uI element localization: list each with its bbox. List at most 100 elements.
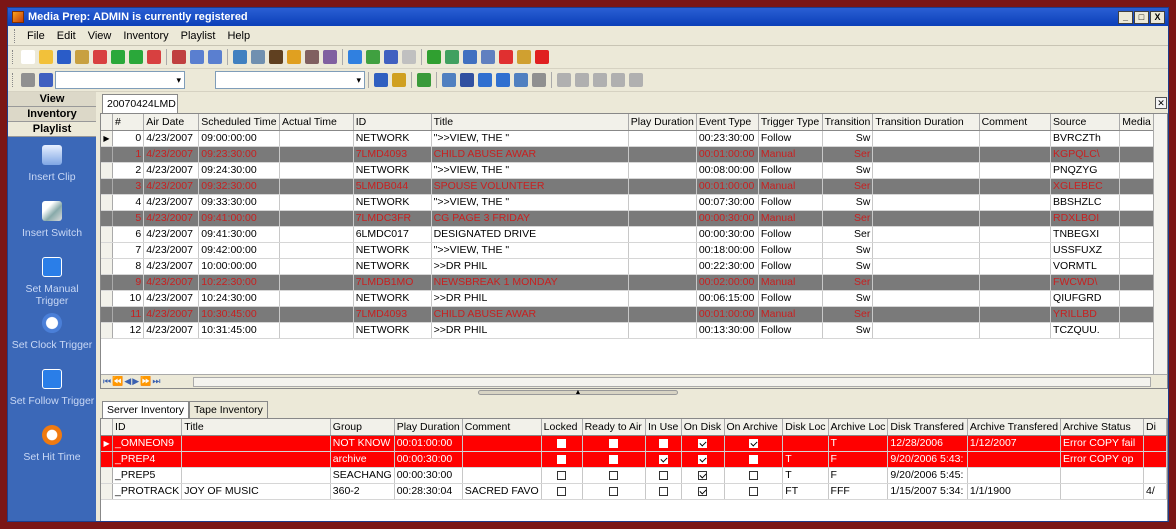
toolbar-icon[interactable] [251,50,265,64]
inventory-column-header[interactable]: Archive Transfered [967,419,1062,436]
ondisk-checkbox[interactable] [698,438,708,448]
title-bar[interactable]: Media Prep: ADMIN is currently registere… [8,8,1168,26]
ready-checkbox[interactable] [609,470,619,480]
toolbar-icon[interactable] [532,73,546,87]
playlist-grid[interactable]: # Air Date Scheduled Time Actual Time ID Titl… [100,113,1168,389]
playlist-column-header[interactable]: Scheduled Time [198,114,280,131]
row-selector[interactable] [101,322,114,339]
playlist-column-header[interactable]: # [112,114,145,131]
sidebar-header-playlist[interactable]: Playlist [8,122,96,137]
row-selector[interactable] [101,258,114,275]
toolbar-icon[interactable] [147,50,161,64]
close-button[interactable]: X [1150,10,1165,24]
playlist-column-header[interactable]: Event Type [696,114,759,131]
inventory-column-header[interactable]: Comment [462,419,542,436]
toolbar-icon[interactable] [460,73,474,87]
row-selector[interactable] [101,226,114,243]
menu-playlist[interactable]: Playlist [175,30,222,42]
inventory-column-header[interactable]: Play Duration [394,419,463,436]
toolbar-icon[interactable] [478,73,492,87]
toolbar-icon[interactable] [57,50,71,64]
menu-file[interactable]: File [21,30,51,42]
inventory-column-header[interactable]: Disk Transfered [887,419,968,436]
row-selector[interactable]: ▶ [101,130,114,147]
filter-combo[interactable]: ▾ [55,71,185,89]
toolbar-icon[interactable] [629,73,643,87]
ready-checkbox[interactable] [609,486,619,496]
inuse-checkbox[interactable] [658,486,668,496]
inventory-row[interactable]: ▶ _OMNEON9 NOT KNOW 00:01:00:00 T 12/28/2006 1… [101,435,1167,452]
inuse-checkbox[interactable] [658,454,668,464]
playlist-column-header[interactable]: Air Date [143,114,200,131]
toolbar-icon[interactable] [190,50,204,64]
onarch-checkbox[interactable] [748,470,758,480]
toolbar-icon[interactable] [39,73,53,87]
inventory-row[interactable]: _PREP5 SEACHANG 00:00:30:00 T F 9/20/2006 5:4… [101,467,1167,484]
locked-checkbox[interactable] [557,438,567,448]
tab-tape-inventory[interactable]: Tape Inventory [189,401,268,418]
playlist-row[interactable]: 10 4/23/2007 10:24:30:00 NETWORK >>DR PHIL 00… [101,290,1167,307]
toolbar-icon[interactable] [427,50,441,64]
ondisk-checkbox[interactable] [698,470,708,480]
toolbar-icon[interactable] [384,50,398,64]
menu-edit[interactable]: Edit [51,30,82,42]
minimize-button[interactable]: _ [1118,10,1133,24]
row-selector[interactable]: ▶ [101,435,114,452]
inventory-column-header[interactable]: ID [112,419,183,436]
row-selector[interactable] [101,162,114,179]
toolbar-icon[interactable] [575,73,589,87]
toolbar-icon[interactable] [323,50,337,64]
playlist-row[interactable]: 6 4/23/2007 09:41:30:00 6LMDC017 DESIGNATED … [101,226,1167,243]
playlist-row[interactable]: 5 4/23/2007 09:41:00:00 7LMDC3FR CG PAGE 3 F… [101,210,1167,227]
insert-clip-button[interactable]: Insert Clip [8,137,96,193]
playlist-row[interactable]: 4 4/23/2007 09:33:30:00 NETWORK ">>VIEW, THE… [101,194,1167,211]
inventory-column-header[interactable]: Archive Status [1060,419,1145,436]
toolbar-icon[interactable] [593,73,607,87]
row-selector[interactable] [101,451,114,468]
toolbar-icon[interactable] [348,50,362,64]
row-selector[interactable] [101,210,114,227]
sidebar-header-inventory[interactable]: Inventory [8,107,96,122]
inventory-row[interactable]: _PREP4 archive 00:00:30:00 T F 9/20/2006 5:43… [101,451,1167,468]
toolbar-icon[interactable] [463,50,477,64]
inventory-column-header[interactable]: Archive Loc [828,419,889,436]
toolbar-icon[interactable] [374,73,388,87]
locked-checkbox[interactable] [557,486,567,496]
playlist-column-header[interactable]: Transition [822,114,874,131]
playlist-row[interactable]: 11 4/23/2007 10:30:45:00 7LMD4093 CHILD ABUS… [101,306,1167,323]
onarch-checkbox[interactable] [748,454,758,464]
row-selector[interactable] [101,242,114,259]
set-hit-time-button[interactable]: Set Hit Time [8,417,96,473]
inventory-column-header[interactable]: In Use [645,419,682,436]
menu-help[interactable]: Help [221,30,256,42]
inuse-checkbox[interactable] [658,438,668,448]
insert-switch-button[interactable]: Insert Switch [8,193,96,249]
ondisk-checkbox[interactable] [698,486,708,496]
view-combo[interactable]: ▾ [215,71,365,89]
toolbar-icon[interactable] [557,73,571,87]
toolbar-icon[interactable] [21,50,35,64]
toolbar-icon[interactable] [172,50,186,64]
onarch-checkbox[interactable] [748,486,758,496]
inventory-column-header[interactable]: On Archive [724,419,784,436]
toolbar-icon[interactable] [496,73,510,87]
toolbar-icon[interactable] [305,50,319,64]
tab-server-inventory[interactable]: Server Inventory [102,401,190,418]
toolbar-icon[interactable] [366,50,380,64]
row-selector[interactable] [101,483,114,500]
toolbar-icon[interactable] [111,50,125,64]
playlist-tab[interactable]: 20070424LMD [102,94,178,113]
row-selector[interactable] [101,306,114,323]
row-selector[interactable] [101,467,114,484]
inventory-column-header[interactable]: Di [1143,419,1167,436]
inventory-column-header[interactable]: Ready to Air [582,419,646,436]
playlist-column-header[interactable]: Title [431,114,629,131]
toolbar-icon[interactable] [208,50,222,64]
playlist-row[interactable]: 1 4/23/2007 09:23:30:00 7LMD4093 CHILD ABUSE… [101,146,1167,163]
set-clock-trigger-button[interactable]: Set Clock Trigger [8,305,96,361]
inventory-column-header[interactable]: Locked [541,419,583,436]
ondisk-checkbox[interactable] [698,454,708,464]
toolbar-icon[interactable] [269,50,283,64]
toolbar-icon[interactable] [402,50,416,64]
playlist-row[interactable]: 2 4/23/2007 09:24:30:00 NETWORK ">>VIEW, THE… [101,162,1167,179]
